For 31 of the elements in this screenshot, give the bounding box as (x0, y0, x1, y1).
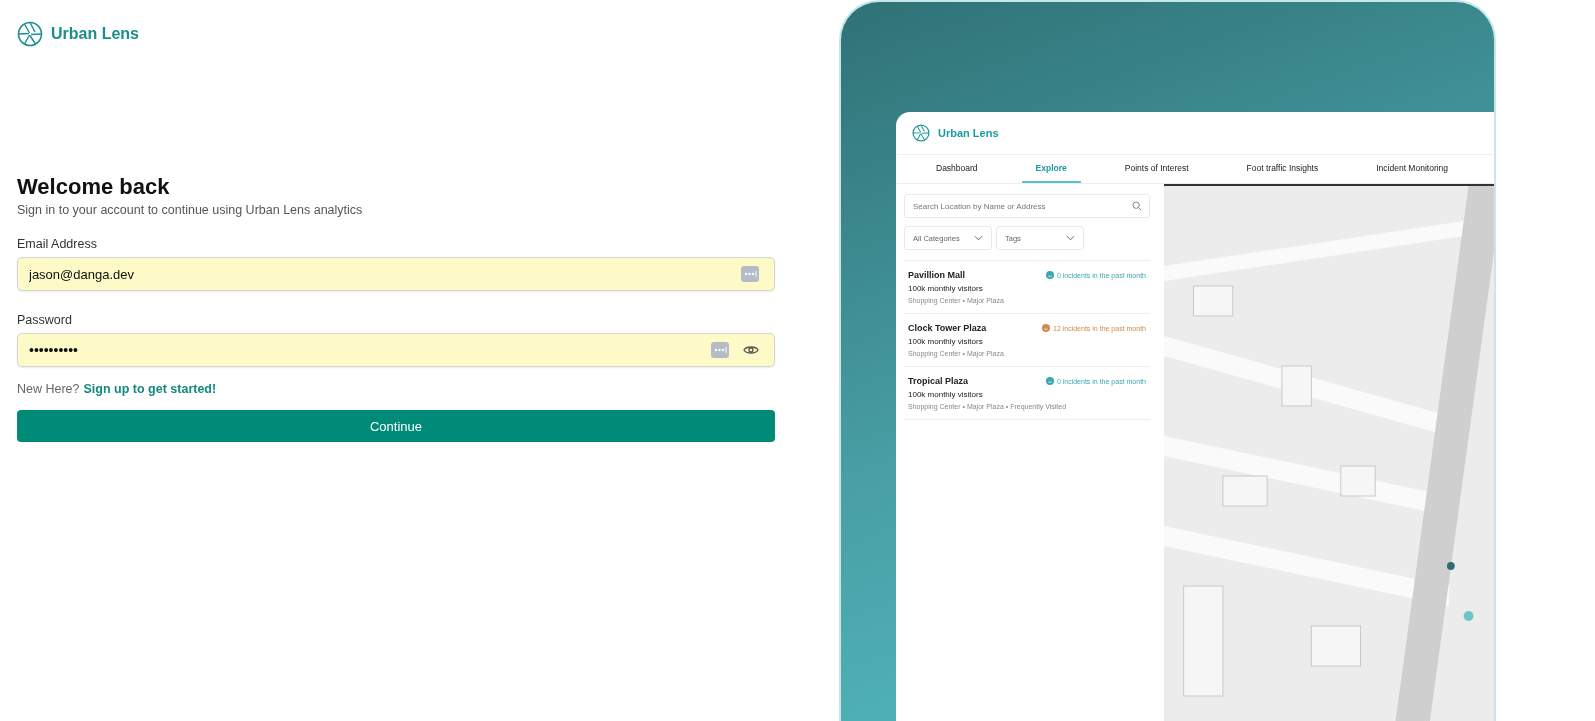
chevron-down-icon (974, 235, 983, 241)
continue-button[interactable]: Continue (17, 410, 775, 442)
password-manager-icon[interactable] (741, 266, 759, 282)
brand-name: Urban Lens (51, 25, 139, 43)
chevron-down-icon (1066, 235, 1075, 241)
place-name: Tropical Plaza (908, 376, 969, 386)
nav-tab[interactable]: Points of Interest (1110, 155, 1203, 183)
search-icon (1132, 201, 1142, 211)
nav-tab[interactable]: Incident Monitoring (1362, 155, 1463, 183)
field-label: Email Address (17, 237, 98, 251)
password-manager-icon[interactable] (711, 342, 729, 358)
input-field[interactable]: jason@danga.dev (17, 257, 775, 291)
visitor-count: 100k monthly visitors (908, 337, 984, 346)
visitor-count: 100k monthly visitors (908, 390, 984, 399)
signup-prompt: New Here? (17, 382, 80, 396)
aperture-logo-icon (17, 21, 43, 47)
signup-link[interactable]: Sign up to get started! (83, 382, 217, 396)
welcome-title: Welcome back (17, 174, 171, 200)
place-name: Clock Tower Plaza (908, 323, 987, 333)
visitor-count: 100k monthly visitors (908, 284, 984, 293)
nav-tab[interactable]: Foot traffic Insights (1232, 155, 1333, 183)
nav-tab[interactable]: Explore (1021, 155, 1081, 183)
eye-icon[interactable] (743, 344, 759, 356)
subtitle: Sign in to your account to continue using Urban Lens analytics (17, 203, 364, 217)
place-name: Pavillion Mall (908, 270, 965, 280)
field-label: Password (17, 313, 73, 327)
input-field[interactable]: •••••••••• (17, 333, 775, 367)
aperture-logo-icon (912, 124, 930, 142)
brand-name: Urban Lens (938, 127, 999, 139)
search-field[interactable]: Search Location by Name or Address (904, 194, 1150, 218)
nav-tab[interactable]: Dashboard (922, 155, 992, 183)
